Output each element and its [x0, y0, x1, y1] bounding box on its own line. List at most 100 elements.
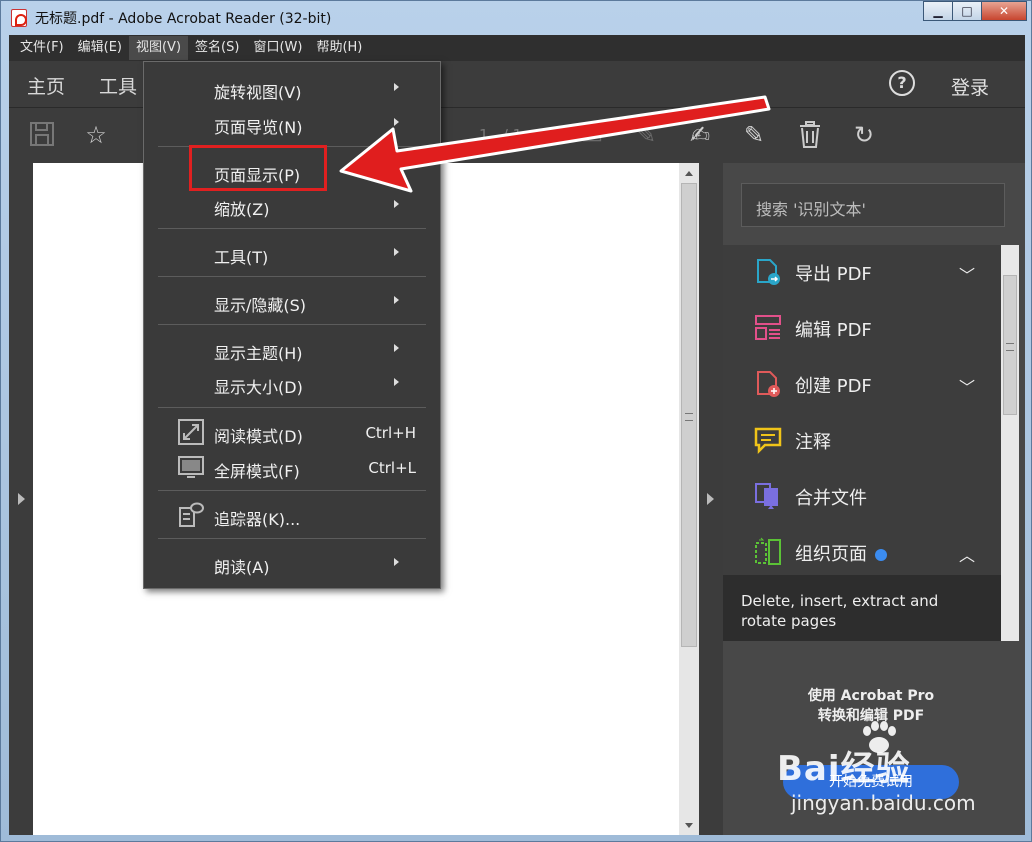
page-indicator[interactable]: 1 / 1 — [479, 126, 522, 144]
promo-line1: 使用 Acrobat Pro — [807, 688, 935, 704]
window-title: 无标题.pdf - Adobe Acrobat Reader (32-bit) — [35, 11, 332, 27]
shortcut-label: Ctrl+L — [368, 459, 416, 477]
submenu-arrow-icon — [394, 296, 399, 304]
menu-item-tools[interactable]: 工具(T) — [144, 236, 440, 270]
combine-files-icon — [755, 483, 778, 509]
right-panel-toggle[interactable] — [699, 163, 723, 835]
menu-item-label: 阅读模式(D) — [214, 427, 303, 446]
scroll-down-icon[interactable] — [685, 823, 693, 828]
menu-edit[interactable]: 编辑(E) — [71, 36, 129, 60]
menu-item-page-navigation[interactable]: 页面导览(N) — [144, 106, 440, 140]
comment-tool-icon[interactable]: ▭ — [577, 120, 607, 150]
tab-tools[interactable]: 工具 — [99, 72, 137, 99]
minimize-button[interactable]: ▁ — [923, 1, 953, 21]
submenu-arrow-icon — [394, 118, 399, 126]
tool-description: Delete, insert, extract and rotate pages — [723, 575, 1001, 641]
submenu-arrow-icon — [394, 558, 399, 566]
tool-label: 组织页面 — [795, 540, 887, 566]
tracker-icon — [179, 502, 204, 527]
document-scrollbar[interactable] — [679, 163, 699, 835]
menu-item-show-hide[interactable]: 显示/隐藏(S) — [144, 284, 440, 318]
menu-view[interactable]: 视图(V) — [128, 36, 189, 60]
menu-item-label: 工具(T) — [214, 248, 269, 267]
expand-right-icon — [707, 493, 714, 505]
read-mode-icon — [178, 419, 204, 445]
app-window: 无标题.pdf - Adobe Acrobat Reader (32-bit) … — [0, 0, 1032, 842]
view-menu-dropdown: 旋转视图(V) 页面导览(N) 页面显示(P) 缩放(Z) 工具(T) 显示/隐… — [143, 61, 441, 589]
login-button[interactable]: 登录 — [951, 73, 989, 100]
tools-list: 导出 PDF ﹀ 编辑 PDF 创建 PDF ﹀ 注释 合并文件 组织页面 ︿ — [723, 245, 1001, 575]
tool-comment[interactable]: 注释 — [723, 413, 1001, 469]
menu-separator — [158, 490, 426, 491]
menu-item-display-size[interactable]: 显示大小(D) — [144, 366, 440, 400]
tool-edit-pdf[interactable]: 编辑 PDF — [723, 301, 1001, 357]
chevron-up-icon[interactable]: ︿ — [959, 542, 975, 566]
menu-item-read-aloud[interactable]: 朗读(A) — [144, 546, 440, 580]
comment-icon — [754, 427, 782, 455]
tool-label: 注释 — [795, 432, 831, 453]
watermark: Bai经验 jingyan.baidu.com — [777, 721, 997, 821]
menu-item-zoom[interactable]: 缩放(Z) — [144, 188, 440, 222]
maximize-button[interactable]: □ — [952, 1, 982, 21]
tool-organize-pages[interactable]: 组织页面 ︿ — [723, 525, 1001, 581]
menu-item-fullscreen[interactable]: 全屏模式(F) Ctrl+L — [144, 450, 440, 484]
scroll-grip-icon — [1006, 343, 1014, 351]
watermark-url: jingyan.baidu.com — [791, 791, 976, 815]
search-input[interactable]: 搜索 '识别文本' — [741, 183, 1005, 227]
tool-label-text: 组织页面 — [795, 544, 867, 565]
menu-item-rotate-view[interactable]: 旋转视图(V) — [144, 71, 440, 105]
fullscreen-icon — [178, 456, 204, 478]
menu-help[interactable]: 帮助(H) — [309, 36, 369, 60]
menu-separator — [158, 276, 426, 277]
menu-item-label: 朗读(A) — [214, 558, 270, 577]
page-current: 1 — [479, 126, 489, 144]
submenu-arrow-icon — [394, 83, 399, 91]
title-bar: 无标题.pdf - Adobe Acrobat Reader (32-bit) … — [1, 1, 1032, 35]
tool-label: 合并文件 — [795, 488, 867, 509]
menu-item-theme[interactable]: 显示主题(H) — [144, 332, 440, 366]
tool-export-pdf[interactable]: 导出 PDF ﹀ — [723, 245, 1001, 301]
menu-item-tracker[interactable]: 追踪器(K)... — [144, 498, 440, 532]
menu-item-label: 显示/隐藏(S) — [214, 296, 307, 315]
submenu-arrow-icon — [394, 344, 399, 352]
tab-home[interactable]: 主页 — [27, 72, 65, 99]
menu-window[interactable]: 窗口(W) — [246, 36, 309, 60]
submenu-arrow-icon — [394, 200, 399, 208]
chevron-down-icon[interactable]: ﹀ — [959, 262, 975, 286]
left-panel-toggle[interactable] — [9, 163, 33, 835]
sign-tool-icon[interactable]: ✍ — [685, 120, 715, 150]
rotate-icon[interactable]: ↻ — [849, 120, 879, 150]
menu-item-label: 页面导览(N) — [214, 118, 303, 137]
organize-pages-icon — [755, 537, 781, 565]
highlight-tool-icon[interactable]: ✎ — [631, 120, 661, 150]
menu-item-label: 显示主题(H) — [214, 344, 303, 363]
page-total: / 1 — [502, 126, 523, 144]
menu-item-read-mode[interactable]: 阅读模式(D) Ctrl+H — [144, 415, 440, 449]
save-icon[interactable] — [27, 120, 57, 150]
help-icon[interactable]: ? — [889, 70, 915, 96]
menu-sign[interactable]: 签名(S) — [188, 36, 246, 60]
menu-item-label: 全屏模式(F) — [214, 462, 300, 481]
submenu-arrow-icon — [394, 166, 399, 174]
star-icon[interactable]: ☆ — [81, 120, 111, 150]
menu-separator — [158, 324, 426, 325]
tool-combine-files[interactable]: 合并文件 — [723, 469, 1001, 525]
chevron-down-icon[interactable]: ﹀ — [959, 374, 975, 398]
watermark-brand: Bai经验 — [777, 749, 911, 789]
scroll-grip-icon — [685, 413, 693, 421]
edit-pdf-icon — [755, 315, 781, 340]
tools-scrollbar[interactable] — [1001, 245, 1019, 641]
menu-file[interactable]: 文件(F) — [13, 36, 71, 60]
menu-item-label: 缩放(Z) — [214, 200, 270, 219]
scroll-up-icon[interactable] — [685, 171, 693, 176]
close-button[interactable]: ✕ — [981, 1, 1027, 21]
window-controls: ▁ □ ✕ — [923, 1, 1027, 21]
create-pdf-icon — [757, 371, 780, 397]
tool-create-pdf[interactable]: 创建 PDF ﹀ — [723, 357, 1001, 413]
menu-bar: 文件(F) 编辑(E) 视图(V) 签名(S) 窗口(W) 帮助(H) — [9, 35, 1025, 61]
pdf-file-icon — [11, 9, 27, 27]
fill-sign-icon[interactable]: ✎ — [739, 120, 769, 150]
menu-item-label: 旋转视图(V) — [214, 83, 302, 102]
delete-icon[interactable] — [795, 120, 825, 150]
menu-separator — [158, 538, 426, 539]
